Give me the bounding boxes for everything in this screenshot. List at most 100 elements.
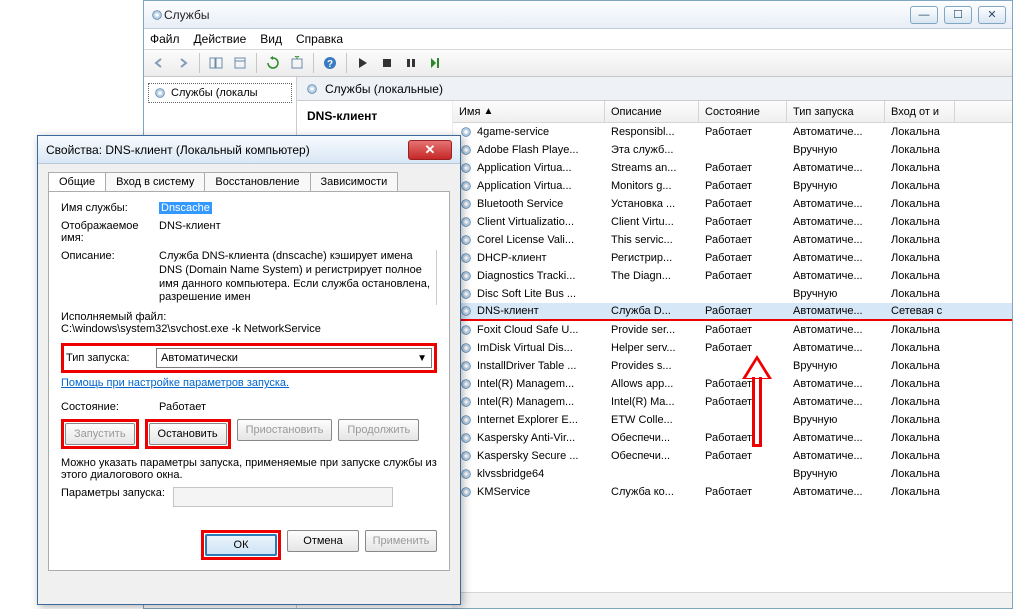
params-hint: Можно указать параметры запуска, применя… [61,457,437,481]
tab-dependencies[interactable]: Зависимости [310,172,399,191]
dialog-close-button[interactable]: ✕ [408,140,452,160]
table-row[interactable]: InstallDriver Table ...Provides s...Вруч… [453,357,1012,375]
tab-panel-general: Имя службы: Dnscache Отображаемое имя: D… [48,191,450,571]
table-row[interactable]: 4game-serviceResponsibl...РаботаетАвтома… [453,123,1012,141]
table-row[interactable]: Bluetooth ServiceУстановка ...РаботаетАв… [453,195,1012,213]
gear-icon [459,215,473,229]
gear-icon [459,304,473,318]
tab-general[interactable]: Общие [48,172,106,191]
col-desc[interactable]: Описание [605,101,699,122]
gear-icon [459,125,473,139]
help-button[interactable]: ? [319,52,341,74]
gear-icon [459,251,473,265]
menu-action[interactable]: Действие [194,32,247,46]
sort-asc-icon: ▲ [483,106,493,117]
start-button[interactable]: Запустить [65,423,135,445]
gear-icon [153,86,167,100]
stop-button[interactable]: Остановить [149,423,227,445]
grid-header: Имя▲ Описание Состояние Тип запуска Вход… [453,101,1012,123]
close-button[interactable]: ✕ [978,6,1006,24]
col-start[interactable]: Тип запуска [787,101,885,122]
table-row[interactable]: klvssbridge64ВручнуюЛокальна [453,465,1012,483]
gear-icon [459,431,473,445]
label-state: Состояние: [61,401,159,413]
label-executable: Исполняемый файл: [61,311,437,323]
table-row[interactable]: Application Virtua...Streams an...Работа… [453,159,1012,177]
ok-button[interactable]: ОК [205,534,277,556]
minimize-button[interactable]: — [910,6,938,24]
value-state: Работает [159,401,206,413]
cancel-button[interactable]: Отмена [287,530,359,552]
label-service-name: Имя службы: [61,202,159,214]
pause-tb-button[interactable] [400,52,422,74]
dialog-titlebar: Свойства: DNS-клиент (Локальный компьюте… [38,136,460,164]
properties-button[interactable] [229,52,251,74]
table-row[interactable]: ImDisk Virtual Dis...Helper serv...Работ… [453,339,1012,357]
table-row[interactable]: Foxit Cloud Safe U...Provide ser...Работ… [453,321,1012,339]
startup-type-combo[interactable]: Автоматически ▼ [156,348,432,368]
col-state[interactable]: Состояние [699,101,787,122]
gear-icon [305,82,319,96]
gear-icon [459,179,473,193]
table-row[interactable]: Application Virtua...Monitors g...Работа… [453,177,1012,195]
forward-button[interactable] [172,52,194,74]
menu-view[interactable]: Вид [260,32,282,46]
refresh-button[interactable] [262,52,284,74]
label-params: Параметры запуска: [61,487,165,507]
maximize-button[interactable]: ☐ [944,6,972,24]
table-row[interactable]: DHCP-клиентРегистрир...РаботаетАвтоматич… [453,249,1012,267]
table-row[interactable]: KMServiceСлужба ко...РаботаетАвтоматиче.… [453,483,1012,501]
table-row[interactable]: Corel License Vali...This servic...Работ… [453,231,1012,249]
table-row[interactable]: Kaspersky Secure ...Обеспечи...РаботаетА… [453,447,1012,465]
label-startup-type: Тип запуска: [66,352,156,364]
col-name[interactable]: Имя▲ [453,101,605,122]
table-row[interactable]: Kaspersky Anti-Vir...Обеспечи...Работает… [453,429,1012,447]
table-row[interactable]: Intel(R) Managem...Allows app...Работает… [453,375,1012,393]
label-display-name: Отображаемое имя: [61,220,159,244]
table-row[interactable]: Diagnostics Tracki...The Diagn...Работае… [453,267,1012,285]
tab-recovery[interactable]: Восстановление [204,172,310,191]
resume-button[interactable]: Продолжить [338,419,419,441]
stop-tb-button[interactable] [376,52,398,74]
pause-button[interactable]: Приостановить [237,419,333,441]
window-title: Службы [164,8,209,22]
gear-icon [459,161,473,175]
value-description: Служба DNS-клиента (dnscache) кэширует и… [159,250,437,305]
params-input[interactable] [173,487,393,507]
table-row[interactable]: DNS-клиентСлужба D...РаботаетАвтоматиче.… [453,303,1012,321]
value-executable: C:\windows\system32\svchost.exe -k Netwo… [61,323,437,335]
gear-icon [459,269,473,283]
apply-button[interactable]: Применить [365,530,437,552]
window-titlebar: Службы — ☐ ✕ [144,1,1012,29]
gear-icon [459,485,473,499]
gear-icon [459,413,473,427]
play-button[interactable] [352,52,374,74]
dialog-tabs: Общие Вход в систему Восстановление Зави… [48,172,450,191]
tab-logon[interactable]: Вход в систему [105,172,205,191]
table-row[interactable]: Disc Soft Lite Bus ...ВручнуюЛокальна [453,285,1012,303]
selected-service-name: DNS-клиент [307,109,377,123]
dialog-title: Свойства: DNS-клиент (Локальный компьюте… [46,143,310,157]
gear-icon [459,395,473,409]
table-row[interactable]: Intel(R) Managem...Intel(R) Ma...Работае… [453,393,1012,411]
pane-title: Службы (локальные) [325,82,443,96]
horizontal-scrollbar[interactable] [453,592,1012,608]
table-row[interactable]: Internet Explorer E...ETW Colle...Вручну… [453,411,1012,429]
gear-icon [459,143,473,157]
services-grid: Имя▲ Описание Состояние Тип запуска Вход… [452,101,1012,608]
restart-button[interactable] [424,52,446,74]
table-row[interactable]: Client Virtualizatio...Client Virtu...Ра… [453,213,1012,231]
menu-help[interactable]: Справка [296,32,343,46]
show-hide-tree-button[interactable] [205,52,227,74]
startup-help-link[interactable]: Помощь при настройке параметров запуска. [61,377,289,389]
menu-file[interactable]: Файл [150,32,180,46]
table-row[interactable]: Adobe Flash Playe...Эта служб...ВручнуюЛ… [453,141,1012,159]
gear-icon [459,341,473,355]
col-logon[interactable]: Вход от и [885,101,955,122]
export-button[interactable] [286,52,308,74]
value-display-name: DNS-клиент [159,220,437,244]
tree-item-label: Службы (локалы [171,87,258,99]
back-button[interactable] [148,52,170,74]
gear-icon [459,287,473,301]
tree-item-services[interactable]: Службы (локалы [148,83,292,103]
